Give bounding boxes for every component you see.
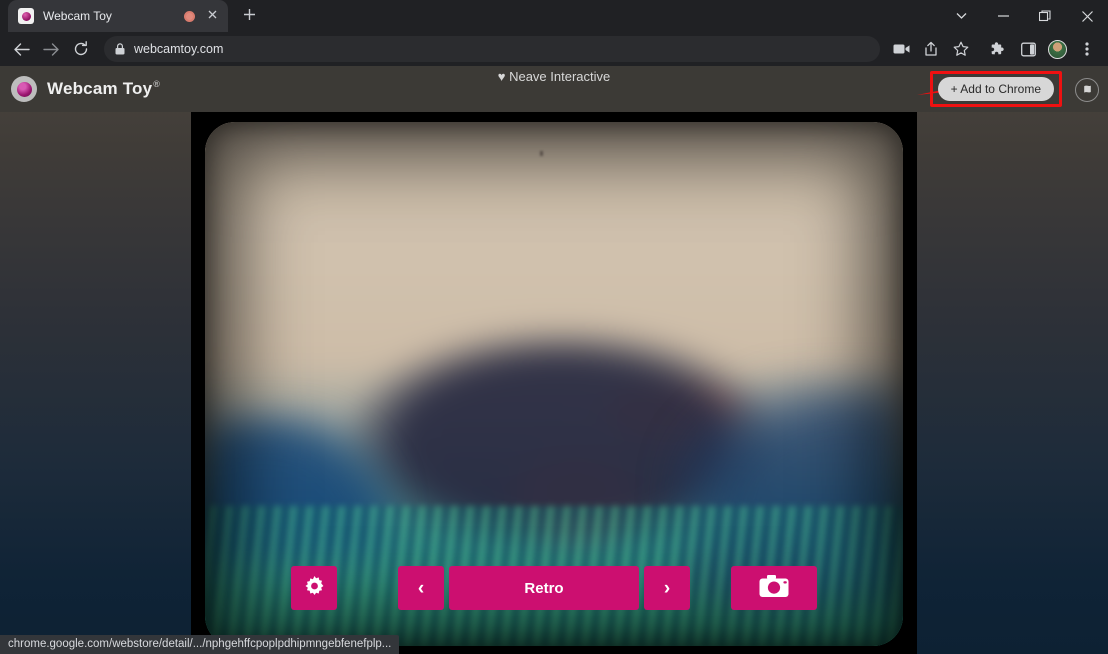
camera-icon xyxy=(759,575,789,601)
profile-avatar[interactable] xyxy=(1048,39,1067,59)
minimize-button[interactable] xyxy=(982,0,1024,32)
tab-title: Webcam Toy xyxy=(43,9,112,23)
recording-dot-icon xyxy=(184,10,195,22)
close-icon[interactable] xyxy=(204,8,220,24)
side-panel-icon[interactable] xyxy=(1015,36,1041,62)
chevron-left-icon: ‹ xyxy=(417,577,425,599)
settings-button[interactable] xyxy=(291,566,337,610)
page-title: Webcam Toy® xyxy=(47,79,161,98)
extensions-puzzle-icon[interactable] xyxy=(985,36,1011,62)
chevron-right-icon: › xyxy=(663,577,671,599)
webcam-preview[interactable]: ‹ Retro › xyxy=(191,112,917,654)
next-filter-button[interactable]: › xyxy=(644,566,690,610)
toolbar-icons xyxy=(886,36,1102,62)
maximize-button[interactable] xyxy=(1024,0,1066,32)
status-bar-url: chrome.google.com/webstore/detail/.../np… xyxy=(0,635,400,654)
browser-tab[interactable]: Webcam Toy xyxy=(8,0,228,32)
address-bar-url: webcamtoy.com xyxy=(134,42,224,56)
media-capture-icon[interactable] xyxy=(888,36,914,62)
close-window-button[interactable] xyxy=(1066,0,1108,32)
three-dot-menu-icon[interactable] xyxy=(1074,36,1100,62)
share-icon[interactable] xyxy=(918,36,944,62)
forward-arrow-icon[interactable] xyxy=(36,35,66,63)
webcam-toy-favicon xyxy=(18,8,34,24)
add-to-chrome-highlight: + Add to Chrome xyxy=(929,71,1062,107)
tab-search-button[interactable] xyxy=(940,0,982,32)
neave-flag-icon[interactable] xyxy=(1075,78,1099,102)
add-to-chrome-button[interactable]: + Add to Chrome xyxy=(937,77,1054,101)
bookmark-star-icon[interactable] xyxy=(948,36,974,62)
browser-toolbar: webcamtoy.com xyxy=(0,32,1108,66)
registered-mark: ® xyxy=(153,79,161,90)
gear-icon xyxy=(304,576,325,600)
site-header: Webcam Toy® ♥ Neave Interactive + Add to… xyxy=(0,66,1108,112)
brand[interactable]: Webcam Toy® xyxy=(11,76,160,102)
heart-icon: ♥ xyxy=(497,69,506,84)
neave-interactive-text: Neave Interactive xyxy=(509,69,611,84)
tab-strip: Webcam Toy xyxy=(0,0,1108,32)
new-tab-button[interactable] xyxy=(235,2,263,30)
take-photo-button[interactable] xyxy=(731,566,817,610)
browser-window: Webcam Toy webcamtoy.com Webcam Toy® ♥ N… xyxy=(0,0,1108,654)
address-bar[interactable]: webcamtoy.com xyxy=(104,36,880,62)
previous-filter-button[interactable]: ‹ xyxy=(398,566,444,610)
lock-icon xyxy=(115,43,125,55)
reload-icon[interactable] xyxy=(66,35,96,63)
window-controls xyxy=(940,0,1108,32)
video-speck xyxy=(540,150,544,156)
webcam-controls: ‹ Retro › xyxy=(191,566,917,610)
webcam-toy-logo xyxy=(11,76,37,102)
current-filter-button[interactable]: Retro xyxy=(449,566,639,610)
back-arrow-icon[interactable] xyxy=(6,35,36,63)
page-viewport: Webcam Toy® ♥ Neave Interactive + Add to… xyxy=(0,66,1108,654)
